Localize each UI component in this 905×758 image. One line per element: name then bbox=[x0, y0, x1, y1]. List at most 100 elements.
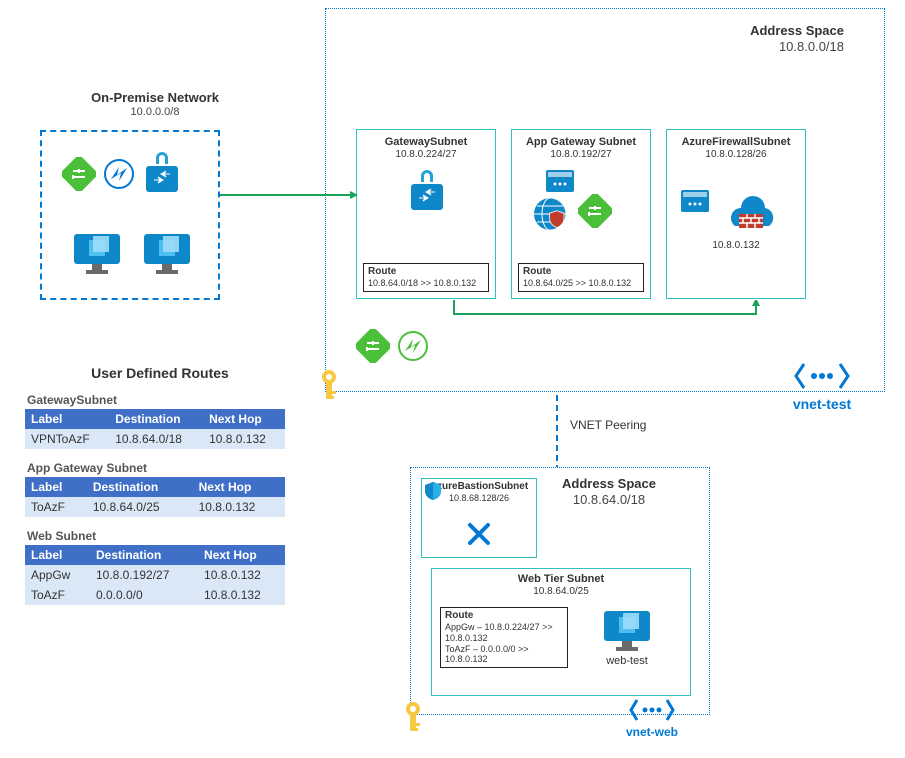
route-table-cell: AppGw bbox=[25, 565, 90, 585]
gateway-subnet-header: GatewaySubnet 10.8.0.224/27 bbox=[357, 130, 495, 161]
appgw-route-text: 10.8.64.0/25 >> 10.8.0.132 bbox=[523, 278, 639, 289]
onprem-box bbox=[40, 130, 220, 300]
browser-bar-icon bbox=[681, 190, 709, 212]
route-table-cell: ToAzF bbox=[25, 497, 87, 517]
bastion-icon bbox=[464, 519, 498, 553]
table-row: VPNToAzF10.8.64.0/1810.8.0.132 bbox=[25, 429, 285, 449]
appgw-route-title: Route bbox=[523, 266, 639, 278]
route-table-cell: 10.8.0.132 bbox=[203, 429, 285, 449]
arrow-gateway-to-firewall bbox=[450, 300, 780, 326]
bastion-subnet-box: AzureBastionSubnet 10.8.68.128/26 bbox=[421, 478, 537, 558]
gateway-route-title: Route bbox=[368, 266, 484, 278]
route-table-header: Next Hop bbox=[203, 409, 285, 429]
globe-shield-icon bbox=[532, 194, 574, 236]
route-table-header: Destination bbox=[90, 545, 198, 565]
table-row: ToAzF10.8.64.0/2510.8.0.132 bbox=[25, 497, 285, 517]
gateway-subnet-cidr: 10.8.0.224/27 bbox=[357, 149, 495, 161]
appgw-subnet-title: App Gateway Subnet bbox=[512, 136, 650, 149]
web-subnet-title: Web Tier Subnet bbox=[432, 573, 690, 586]
appgw-subnet-cidr: 10.8.0.192/27 bbox=[512, 149, 650, 161]
vnet-peering-line bbox=[555, 395, 559, 467]
onprem-cidr: 10.0.0.0/8 bbox=[70, 106, 240, 119]
route-table-caption: Web Subnet bbox=[25, 529, 285, 545]
route-table-header: Label bbox=[25, 409, 109, 429]
vnet-test-glyph: vnet-test bbox=[782, 356, 862, 412]
route-table-cell: 10.8.0.132 bbox=[198, 565, 285, 585]
table-row: AppGw10.8.0.192/2710.8.0.132 bbox=[25, 565, 285, 585]
route-table-header: Next Hop bbox=[193, 477, 285, 497]
firewall-ip: 10.8.0.132 bbox=[667, 240, 805, 252]
vnet-peering-label: VNET Peering bbox=[570, 418, 646, 432]
web-route-box: Route AppGw – 10.8.0.224/27 >> 10.8.0.13… bbox=[440, 607, 568, 668]
route-table-caption: GatewaySubnet bbox=[25, 393, 285, 409]
lock-icon bbox=[407, 170, 447, 214]
monitor-icon bbox=[72, 232, 122, 278]
route-table: GatewaySubnetLabelDestinationNext HopVPN… bbox=[25, 393, 285, 449]
route-table-header: Label bbox=[25, 545, 90, 565]
gateway-subnet-box: GatewaySubnet 10.8.0.224/27 Route 10.8.6… bbox=[356, 129, 496, 299]
route-table-header: Destination bbox=[109, 409, 203, 429]
firewall-cloud-icon bbox=[721, 178, 781, 238]
route-table-caption: App Gateway Subnet bbox=[25, 461, 285, 477]
table-row: ToAzF0.0.0.0/010.8.0.132 bbox=[25, 585, 285, 605]
key-icon bbox=[400, 700, 426, 736]
onprem-title: On-Premise Network bbox=[70, 90, 240, 106]
route-table-cell: VPNToAzF bbox=[25, 429, 109, 449]
route-table-header: Label bbox=[25, 477, 87, 497]
addrspace-title: Address Space bbox=[644, 23, 844, 39]
shield-icon bbox=[424, 481, 442, 501]
switch-green-icon bbox=[356, 329, 390, 363]
vnet-web-addrspace: Address Space 10.8.64.0/18 bbox=[529, 476, 689, 507]
expressroute-icon bbox=[396, 329, 430, 363]
route-table-cell: ToAzF bbox=[25, 585, 90, 605]
key-icon bbox=[316, 368, 342, 404]
vnet-web-box: Address Space 10.8.64.0/18 AzureBastionS… bbox=[410, 467, 710, 715]
firewall-subnet-cidr: 10.8.0.128/26 bbox=[667, 149, 805, 161]
firewall-subnet-box: AzureFirewallSubnet 10.8.0.128/26 bbox=[666, 129, 806, 299]
route-table-header: Destination bbox=[87, 477, 193, 497]
web-subnet-header: Web Tier Subnet 10.8.64.0/25 bbox=[432, 569, 690, 598]
appgw-subnet-box: App Gateway Subnet 10.8.0.192/27 Route 1… bbox=[511, 129, 651, 299]
route-table: App Gateway SubnetLabelDestinationNext H… bbox=[25, 461, 285, 517]
vnet-test-addrspace: Address Space 10.8.0.0/18 bbox=[644, 23, 844, 54]
route-table-cell: 10.8.0.132 bbox=[198, 585, 285, 605]
route-table-cell: 0.0.0.0/0 bbox=[90, 585, 198, 605]
route-table-cell: 10.8.64.0/25 bbox=[87, 497, 193, 517]
vnet-test-box: Address Space 10.8.0.0/18 GatewaySubnet … bbox=[325, 8, 885, 392]
firewall-subnet-title: AzureFirewallSubnet bbox=[667, 136, 805, 149]
web-vm: web-test bbox=[602, 609, 652, 667]
web-route-title: Route bbox=[445, 610, 563, 622]
web-route-line1: AppGw – 10.8.0.224/27 >> 10.8.0.132 bbox=[445, 622, 563, 644]
addrspace-cidr: 10.8.64.0/18 bbox=[529, 492, 689, 508]
web-route-line2: ToAzF – 0.0.0.0/0 >> 10.8.0.132 bbox=[445, 644, 563, 666]
gateway-subnet-title: GatewaySubnet bbox=[357, 136, 495, 149]
expressroute-icon bbox=[102, 157, 136, 191]
vpn-gateway-icon bbox=[142, 152, 182, 196]
vnet-web-name: vnet-web bbox=[612, 725, 692, 739]
onprem-header: On-Premise Network 10.0.0.0/8 bbox=[70, 90, 240, 119]
firewall-subnet-header: AzureFirewallSubnet 10.8.0.128/26 bbox=[667, 130, 805, 161]
gateway-route-box: Route 10.8.64.0/18 >> 10.8.0.132 bbox=[363, 263, 489, 292]
monitor-icon bbox=[142, 232, 192, 278]
web-vm-label: web-test bbox=[602, 655, 652, 667]
addrspace-title: Address Space bbox=[529, 476, 689, 492]
udr-heading: User Defined Routes bbox=[25, 365, 295, 381]
browser-bar-icon bbox=[546, 170, 574, 192]
route-table-cell: 10.8.0.132 bbox=[193, 497, 285, 517]
udr-section: User Defined Routes GatewaySubnetLabelDe… bbox=[25, 365, 295, 605]
route-table-cell: 10.8.64.0/18 bbox=[109, 429, 203, 449]
route-table-cell: 10.8.0.192/27 bbox=[90, 565, 198, 585]
switch-green-icon bbox=[62, 157, 96, 191]
appgw-subnet-header: App Gateway Subnet 10.8.0.192/27 bbox=[512, 130, 650, 161]
gateway-route-text: 10.8.64.0/18 >> 10.8.0.132 bbox=[368, 278, 484, 289]
web-subnet-cidr: 10.8.64.0/25 bbox=[432, 586, 690, 598]
arrow-onprem-to-gateway bbox=[220, 190, 360, 200]
addrspace-cidr: 10.8.0.0/18 bbox=[644, 39, 844, 55]
web-subnet-box: Web Tier Subnet 10.8.64.0/25 Route AppGw… bbox=[431, 568, 691, 696]
route-table: Web SubnetLabelDestinationNext HopAppGw1… bbox=[25, 529, 285, 605]
route-table-header: Next Hop bbox=[198, 545, 285, 565]
switch-green-icon bbox=[578, 194, 612, 228]
vnet-web-glyph: vnet-web bbox=[612, 695, 692, 739]
vnet-test-name: vnet-test bbox=[782, 396, 862, 412]
appgw-route-box: Route 10.8.64.0/25 >> 10.8.0.132 bbox=[518, 263, 644, 292]
